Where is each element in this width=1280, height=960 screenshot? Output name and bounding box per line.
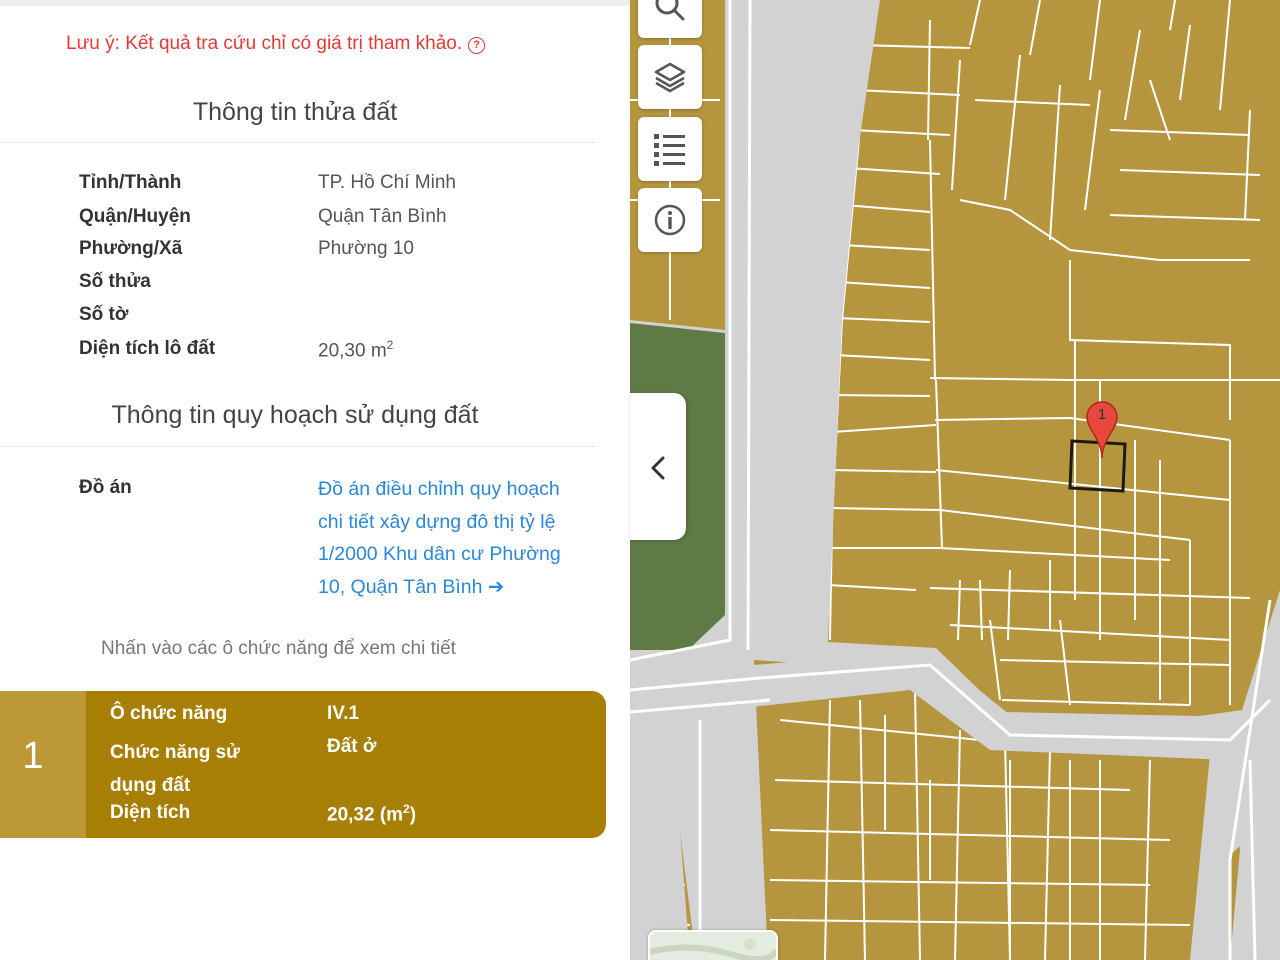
function-hint: Nhấn vào các ô chức năng để xem chi tiết — [101, 638, 456, 659]
search-icon — [655, 0, 685, 21]
planning-info-title: Thông tin quy hoạch sử dụng đất — [111, 401, 479, 429]
project-label: Đồ án — [79, 477, 132, 498]
function-area-unit-sup: 2 — [403, 802, 410, 816]
function-cell-number-text: 1 — [22, 735, 44, 777]
province-value: TP. Hồ Chí Minh — [318, 172, 456, 193]
map-marker[interactable]: 1 — [1085, 400, 1119, 467]
basemap-toggle[interactable] — [648, 930, 778, 960]
parcel-info-title: Thông tin thửa đất — [192, 98, 398, 126]
area-unit-sup: 2 — [386, 338, 394, 352]
ward-value: Phường 10 — [318, 238, 414, 259]
area-value: 20,30 m2 — [318, 338, 393, 362]
district-label: Quận/Huyện — [79, 206, 191, 227]
disclaimer-notice: Lưu ý: Kết quả tra cứu chỉ có giá trị th… — [66, 33, 486, 55]
info-panel: Lưu ý: Kết quả tra cứu chỉ có giá trị th… — [0, 0, 630, 960]
function-cell-number: 1 — [0, 691, 86, 838]
map-marker-label: 1 — [1097, 406, 1107, 423]
layers-button[interactable] — [638, 45, 702, 109]
info-icon — [654, 204, 686, 236]
function-area-value: 20,32 (m2) — [327, 802, 416, 826]
question-circle-icon[interactable]: ? — [468, 37, 486, 54]
legend-button[interactable] — [638, 117, 702, 181]
province-label: Tỉnh/Thành — [79, 172, 182, 193]
area-number: 20,30 m — [318, 340, 387, 362]
divider — [0, 142, 596, 143]
list-icon — [654, 134, 685, 166]
ward-label: Phường/Xã — [79, 238, 183, 259]
project-link-text[interactable]: Đồ án điều chỉnh quy hoạch chi tiết xây … — [318, 478, 561, 598]
panel-top-bar — [0, 0, 630, 6]
layers-icon — [654, 62, 686, 93]
chevron-left-icon — [651, 456, 665, 480]
sheet-number-label: Số tờ — [79, 304, 129, 325]
land-use-label: Chức năng sử dụng đất — [110, 742, 240, 796]
basemap-thumbnail — [650, 932, 776, 960]
search-button[interactable] — [638, 0, 702, 38]
map-view[interactable] — [630, 0, 1280, 960]
map-canvas[interactable] — [630, 0, 1280, 960]
function-cell-value: IV.1 — [327, 703, 360, 724]
project-link[interactable]: Đồ án điều chỉnh quy hoạch chi tiết xây … — [318, 473, 588, 603]
disclaimer-text: Lưu ý: Kết quả tra cứu chỉ có giá trị th… — [66, 33, 463, 54]
land-use-value: Đất ở — [327, 736, 377, 757]
function-area-label: Diện tích — [110, 802, 191, 823]
function-cell-card[interactable]: 1 Ô chức năng IV.1 Chức năng sử dụng đất… — [0, 691, 606, 838]
parcel-number-label: Số thửa — [79, 271, 151, 292]
info-button[interactable] — [638, 188, 702, 252]
area-label: Diện tích lô đất — [79, 338, 216, 359]
arrow-right-icon: ➔ — [487, 575, 505, 598]
function-cell-label: Ô chức năng — [110, 703, 228, 724]
function-area-number: 20,32 (m — [327, 804, 404, 826]
function-area-unit-suffix: ) — [409, 804, 417, 826]
divider — [0, 446, 596, 447]
district-value: Quận Tân Bình — [318, 206, 447, 227]
collapse-panel-button[interactable] — [630, 393, 686, 540]
